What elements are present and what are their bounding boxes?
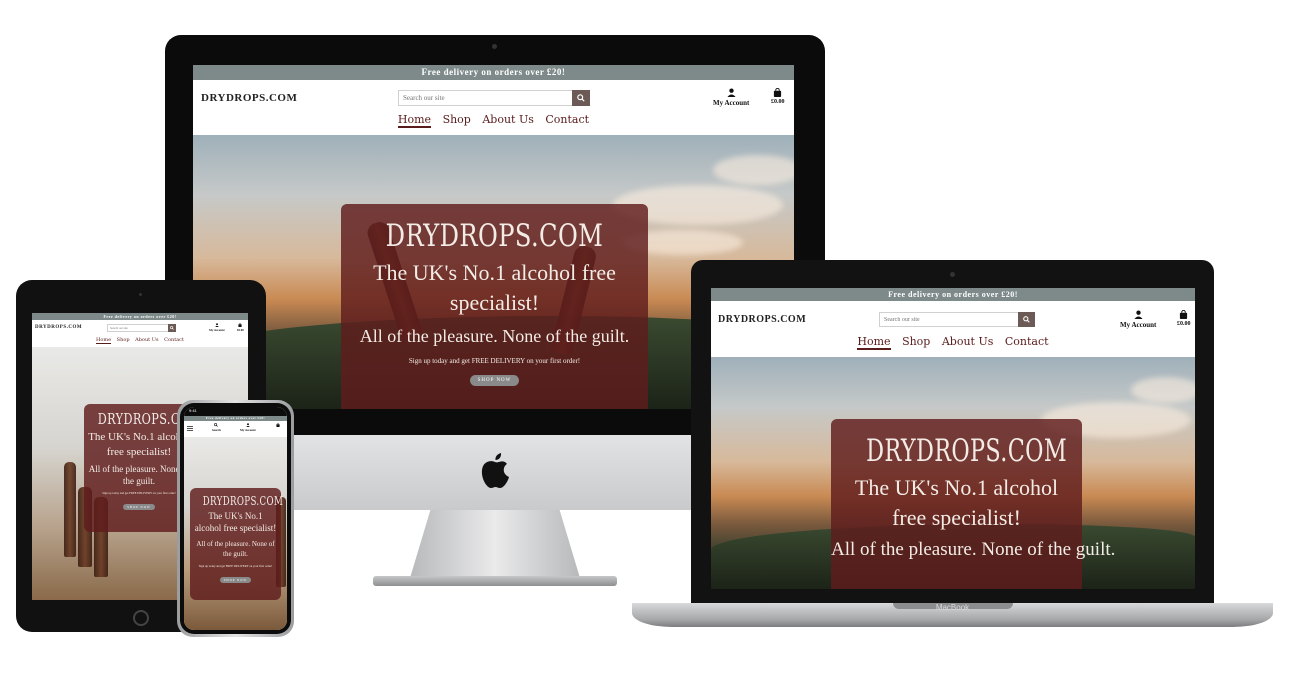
delivery-banner: Free delivery on orders over £20! — [32, 313, 248, 320]
nav-home[interactable]: Home — [397, 113, 432, 128]
hero-tagline: All of the pleasure. None of the guilt. — [831, 539, 1116, 560]
hero-title: DRYDROPS.COM — [202, 494, 284, 508]
hero-subtitle: The UK's No.1 alcohol free specialist! — [854, 475, 1059, 530]
search-icon — [170, 326, 174, 330]
my-account-label: My Account — [209, 328, 225, 332]
shopping-bag-icon — [1180, 309, 1188, 319]
nav-shop[interactable]: Shop — [902, 335, 930, 348]
search-button[interactable] — [572, 90, 590, 106]
search-bar — [879, 312, 1035, 327]
my-account-link[interactable]: My Account — [713, 88, 749, 107]
hero-subtitle: The UK's No.1 alcohol free specialist! — [373, 260, 616, 315]
hero-card: DRYDROPS.COM The UK's No.1 alcohol free … — [341, 204, 648, 409]
user-icon — [245, 423, 250, 427]
site-header: DRYDROPS.COM My Account £0.00 Home Shop … — [711, 301, 1195, 357]
user-icon — [214, 323, 219, 327]
laptop-screen: Free delivery on orders over £20! DRYDRO… — [711, 288, 1195, 589]
site-header: DRYDROPS.COM My Account £0.00 Home Shop … — [32, 320, 248, 347]
search-bar — [107, 324, 176, 332]
nav-about-us[interactable]: About Us — [135, 337, 158, 343]
site-logo[interactable]: DRYDROPS.COM — [201, 92, 297, 104]
search-button[interactable] — [168, 324, 176, 332]
hero-title: DRYDROPS.COM — [385, 218, 604, 254]
user-icon — [727, 88, 736, 97]
main-nav: Home Shop About Us Contact — [711, 335, 1195, 350]
laptop-camera — [950, 272, 955, 277]
hero-signup-text: Sign up today and get FREE DELIVERY on y… — [408, 357, 581, 365]
hero-title: DRYDROPS.COM — [97, 410, 194, 428]
phone-status-bar: 9:41 — [185, 407, 286, 415]
nav-about-us[interactable]: About Us — [942, 335, 994, 348]
imac-camera — [492, 44, 497, 49]
nav-about-us[interactable]: About Us — [482, 113, 534, 126]
nav-contact[interactable]: Contact — [164, 337, 184, 343]
shopping-bag-link[interactable] — [276, 422, 280, 428]
search-input[interactable] — [879, 312, 1018, 327]
shopping-bag-link[interactable]: £0.00 — [237, 322, 244, 332]
hero-tagline: All of the pleasure. None of the guilt. — [196, 540, 275, 558]
nav-shop[interactable]: Shop — [117, 337, 130, 343]
menu-icon[interactable] — [187, 426, 193, 431]
delivery-banner: Free delivery on orders over £20! — [711, 288, 1195, 301]
bag-total: £0.00 — [1177, 321, 1191, 327]
site-header: Search My Account — [184, 421, 287, 437]
delivery-banner: Free delivery on orders over £20! — [193, 65, 794, 80]
shop-now-button[interactable]: SHOP NOW — [219, 577, 252, 583]
hero-subtitle: The UK's No.1 alcohol free specialist! — [194, 511, 277, 533]
site-header: DRYDROPS.COM My Account £0.00 Home Shop … — [193, 80, 794, 135]
shopping-bag-icon — [238, 322, 242, 327]
search-input[interactable] — [398, 90, 572, 106]
my-account-link[interactable]: My Account — [1120, 310, 1156, 329]
nav-home[interactable]: Home — [96, 337, 112, 344]
bag-total: £0.00 — [237, 328, 244, 332]
user-icon — [1134, 310, 1143, 319]
site-logo[interactable]: DRYDROPS.COM — [35, 325, 82, 330]
nav-contact[interactable]: Contact — [1005, 335, 1049, 348]
search-link[interactable]: Search — [212, 423, 221, 432]
nav-contact[interactable]: Contact — [545, 113, 589, 126]
search-input[interactable] — [107, 324, 168, 332]
tablet-camera — [139, 293, 142, 296]
my-account-link[interactable]: My Account — [240, 423, 256, 432]
nav-shop[interactable]: Shop — [443, 113, 471, 126]
hero-card: DRYDROPS.COM The UK's No.1 alcohol free … — [190, 488, 284, 600]
main-nav: Home Shop About Us Contact — [193, 113, 794, 128]
hero-card: DRYDROPS.COM The UK's No.1 alcohol free … — [831, 419, 1116, 589]
search-icon — [214, 423, 219, 427]
my-account-label: My Account — [240, 428, 256, 432]
shopping-bag-icon — [276, 422, 280, 427]
shopping-bag-link[interactable]: £0.00 — [771, 87, 785, 105]
apple-logo-icon — [481, 453, 509, 488]
shopping-bag-link[interactable]: £0.00 — [1177, 309, 1191, 327]
tablet-home-button[interactable] — [133, 610, 149, 626]
phone-time: 9:41 — [189, 408, 197, 413]
my-account-link[interactable]: My Account — [209, 323, 225, 332]
imac-foot — [373, 576, 617, 586]
site-logo[interactable]: DRYDROPS.COM — [718, 314, 806, 325]
search-button[interactable] — [1018, 312, 1035, 327]
search-icon — [1023, 316, 1030, 323]
search-bar — [398, 90, 590, 106]
my-account-label: My Account — [1120, 321, 1157, 329]
search-label: Search — [212, 428, 221, 432]
shop-now-button[interactable]: SHOP NOW — [123, 504, 155, 510]
bag-total: £0.00 — [771, 99, 785, 105]
hero-title: DRYDROPS.COM — [866, 433, 1068, 469]
phone-screen: Free delivery on orders over £20! Search… — [184, 407, 287, 630]
hero-signup-text: Sign up today and get FREE DELIVERY on y… — [198, 564, 273, 568]
imac-stand — [410, 510, 580, 578]
search-icon — [577, 94, 585, 102]
my-account-label: My Account — [713, 99, 750, 107]
nav-home[interactable]: Home — [857, 335, 891, 350]
hero-tagline: All of the pleasure. None of the guilt. — [359, 326, 630, 346]
main-nav: Home Shop About Us Contact — [32, 337, 248, 344]
macbook-label: MacBook — [935, 603, 970, 612]
shopping-bag-icon — [774, 87, 782, 97]
shop-now-button[interactable]: SHOP NOW — [469, 375, 520, 386]
